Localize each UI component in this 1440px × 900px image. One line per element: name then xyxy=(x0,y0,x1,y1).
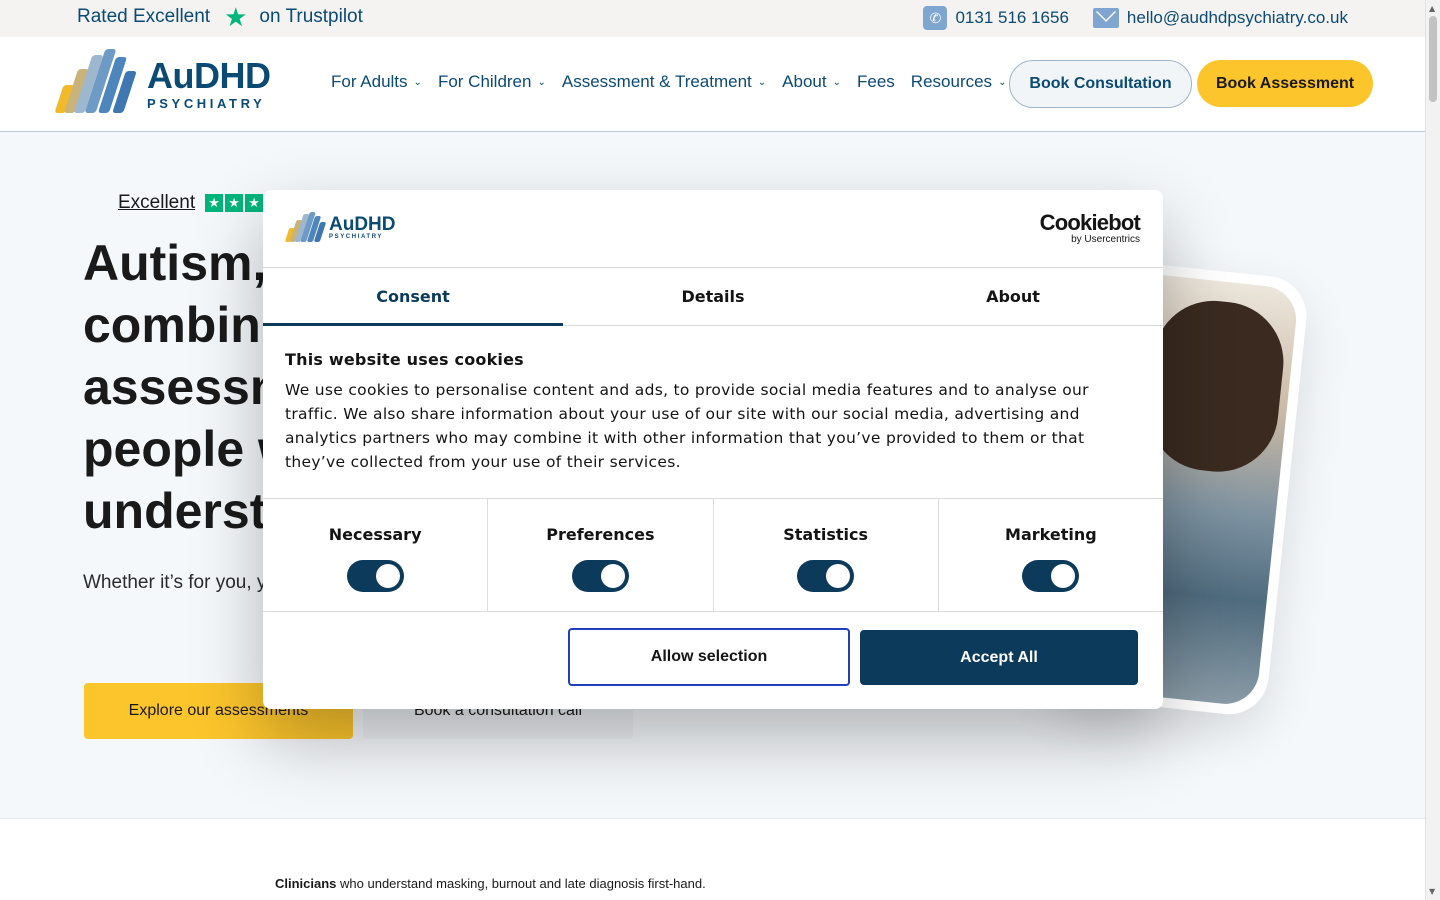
logo-mark xyxy=(284,212,327,244)
necessary-toggle[interactable] xyxy=(346,560,404,592)
allow-selection-button[interactable]: Allow selection xyxy=(568,628,850,686)
category-statistics: Statistics xyxy=(714,499,939,611)
statistics-toggle[interactable] xyxy=(797,560,855,592)
cookie-tabs: Consent Details About xyxy=(263,268,1163,326)
marketing-toggle[interactable] xyxy=(1022,560,1080,592)
category-marketing: Marketing xyxy=(939,499,1163,611)
accept-all-button[interactable]: Accept All xyxy=(860,630,1138,685)
cookiebot-brand: Cookiebot xyxy=(1039,210,1141,235)
tab-consent[interactable]: Consent xyxy=(263,268,563,326)
cookiebot-by: by Usercentrics xyxy=(1071,234,1140,245)
cookie-consent-dialog: AuDHD PSYCHIATRY Cookiebot by Usercentri… xyxy=(263,190,1163,709)
category-label: Statistics xyxy=(783,525,868,544)
category-label: Preferences xyxy=(546,525,655,544)
scroll-up-icon[interactable]: ▲ xyxy=(1429,4,1435,13)
cookie-heading: This website uses cookies xyxy=(285,350,524,369)
tab-about[interactable]: About xyxy=(863,268,1163,325)
category-label: Necessary xyxy=(328,525,422,544)
category-necessary: Necessary xyxy=(263,499,489,611)
category-label: Marketing xyxy=(1005,525,1097,544)
cookie-description: We use cookies to personalise content an… xyxy=(285,381,1089,471)
cookie-logo-title: AuDHD xyxy=(329,214,396,235)
preferences-toggle[interactable] xyxy=(571,560,629,592)
cookiebot-logo[interactable]: Cookiebot by Usercentrics xyxy=(1039,210,1141,246)
cookie-dialog-logo: AuDHD PSYCHIATRY xyxy=(284,212,396,244)
cookie-dialog-body: This website uses cookies We use cookies… xyxy=(285,350,1115,474)
cookie-dialog-header: AuDHD PSYCHIATRY Cookiebot by Usercentri… xyxy=(263,190,1163,268)
category-preferences: Preferences xyxy=(488,499,714,611)
tab-details[interactable]: Details xyxy=(563,268,863,325)
scroll-down-icon[interactable]: ▼ xyxy=(1429,887,1435,896)
page-scrollbar[interactable]: ▲ ▼ xyxy=(1425,0,1440,900)
scrollbar-thumb[interactable] xyxy=(1429,16,1437,102)
cookie-categories: Necessary Preferences Statistics Marketi… xyxy=(263,498,1163,612)
